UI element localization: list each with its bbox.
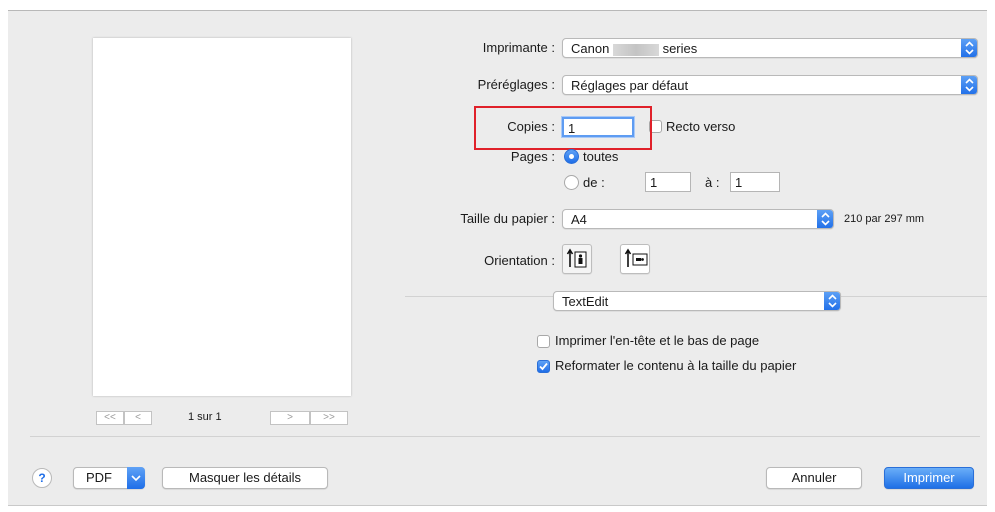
presets-value: Réglages par défaut bbox=[571, 78, 689, 93]
cancel-button[interactable]: Annuler bbox=[766, 467, 862, 489]
pdf-menu-button[interactable]: PDF bbox=[73, 467, 145, 489]
hide-details-button[interactable]: Masquer les détails bbox=[162, 467, 328, 489]
footer-divider bbox=[30, 436, 980, 437]
print-dialog: << < 1 sur 1 > >> Imprimante : Canon ser… bbox=[8, 10, 987, 506]
rewrap-checkbox[interactable] bbox=[537, 360, 550, 373]
paper-size-label: Taille du papier : bbox=[460, 211, 555, 226]
orientation-label: Orientation : bbox=[484, 253, 555, 268]
pdf-label: PDF bbox=[86, 470, 112, 485]
chevron-updown-icon bbox=[824, 292, 840, 310]
page-preview bbox=[93, 38, 351, 396]
pages-all-label: toutes bbox=[583, 149, 619, 164]
print-button[interactable]: Imprimer bbox=[884, 467, 974, 489]
printer-name-suffix: series bbox=[662, 41, 698, 56]
duplex-label: Recto verso bbox=[666, 119, 736, 134]
copies-highlight bbox=[474, 106, 652, 150]
last-page-button[interactable]: >> bbox=[310, 411, 348, 425]
pages-range-label: de : bbox=[583, 175, 605, 190]
paper-dimensions: 210 par 297 mm bbox=[844, 213, 925, 225]
prev-page-button[interactable]: < bbox=[124, 411, 152, 425]
portrait-orientation-button[interactable] bbox=[562, 244, 592, 274]
pages-label: Pages : bbox=[510, 149, 555, 164]
checkmark-icon bbox=[539, 362, 548, 371]
printer-select[interactable]: Canon series bbox=[562, 38, 978, 58]
chevron-updown-icon bbox=[817, 210, 833, 228]
chevron-updown-icon bbox=[961, 39, 977, 57]
help-icon[interactable]: ? bbox=[32, 468, 52, 488]
header-footer-checkbox[interactable] bbox=[537, 335, 550, 348]
first-page-button[interactable]: << bbox=[96, 411, 124, 425]
app-panel-value: TextEdit bbox=[562, 294, 609, 309]
pages-all-radio[interactable] bbox=[564, 149, 579, 164]
pages-to-field[interactable]: 1 bbox=[730, 172, 780, 192]
app-panel-select[interactable]: TextEdit bbox=[553, 291, 841, 311]
chevron-updown-icon bbox=[961, 76, 977, 94]
pages-range-radio[interactable] bbox=[564, 175, 579, 190]
chevron-down-icon bbox=[127, 467, 145, 489]
pages-from-field[interactable]: 1 bbox=[645, 172, 691, 192]
printer-name-prefix: Canon bbox=[571, 41, 610, 56]
printer-label: Imprimante : bbox=[482, 40, 555, 55]
landscape-orientation-button[interactable] bbox=[620, 244, 650, 274]
portrait-icon bbox=[566, 248, 587, 268]
presets-select[interactable]: Réglages par défaut bbox=[562, 75, 978, 95]
presets-label: Préréglages : bbox=[477, 77, 555, 92]
rewrap-label: Reformater le contenu à la taille du pap… bbox=[555, 358, 797, 373]
page-indicator: 1 sur 1 bbox=[188, 411, 222, 423]
next-page-button[interactable]: > bbox=[270, 411, 310, 425]
header-footer-label: Imprimer l'en-tête et le bas de page bbox=[555, 333, 760, 348]
redacted-model bbox=[612, 43, 659, 56]
paper-size-value: A4 bbox=[571, 212, 587, 227]
landscape-icon bbox=[624, 248, 648, 267]
pages-to-label: à : bbox=[705, 175, 720, 190]
paper-size-select[interactable]: A4 bbox=[562, 209, 834, 229]
